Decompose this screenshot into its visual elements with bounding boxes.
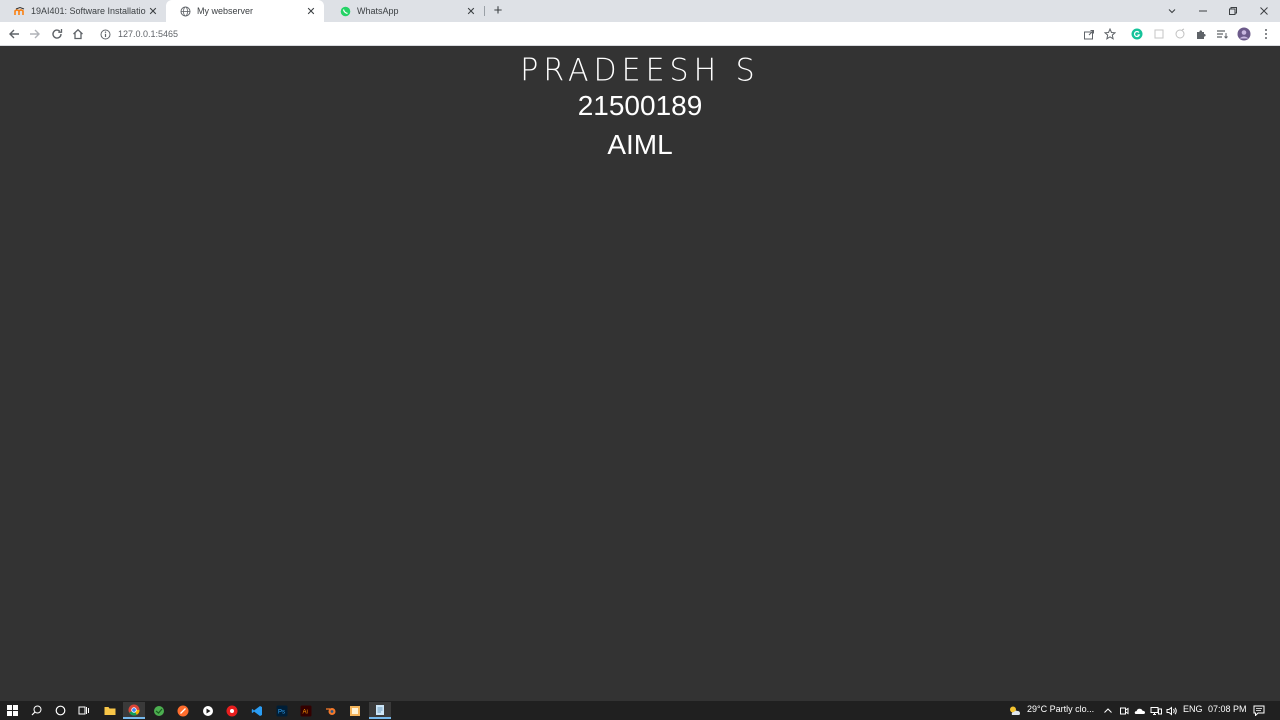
tab-search-icon[interactable] xyxy=(1162,2,1182,20)
notifications-icon[interactable] xyxy=(1248,702,1270,719)
app-icon[interactable] xyxy=(344,702,366,719)
moodle-icon xyxy=(14,6,25,17)
page-content: PRADEESH S 21500189 AIML xyxy=(0,47,1280,701)
bookmark-star-icon[interactable] xyxy=(1102,26,1118,42)
restore-icon[interactable] xyxy=(1223,2,1243,20)
tab-title: My webserver xyxy=(197,6,254,16)
roll-number: 21500189 xyxy=(577,90,703,121)
tab-separator xyxy=(484,6,485,16)
extension-icon[interactable] xyxy=(1151,26,1167,42)
app-icon[interactable] xyxy=(148,702,170,719)
extensions-puzzle-icon[interactable] xyxy=(1193,26,1209,42)
grammarly-icon[interactable] xyxy=(1129,26,1145,42)
forward-icon[interactable] xyxy=(27,26,43,42)
home-icon[interactable] xyxy=(70,26,86,42)
tab-whatsapp[interactable]: WhatsApp ✕ xyxy=(326,0,484,22)
reload-icon[interactable] xyxy=(49,26,65,42)
app-icon[interactable] xyxy=(197,702,219,719)
tab-my-webserver[interactable]: My webserver ✕ xyxy=(166,0,324,22)
site-info-icon[interactable] xyxy=(98,27,112,41)
chrome-icon[interactable] xyxy=(123,702,145,719)
tab-software-installation[interactable]: 19AI401: Software Installation ✕ xyxy=(0,0,166,22)
language-indicator[interactable]: ENG xyxy=(1183,704,1203,714)
close-tab-icon[interactable]: ✕ xyxy=(464,4,478,18)
globe-icon xyxy=(180,6,191,17)
cortana-icon[interactable] xyxy=(49,702,71,719)
whatsapp-icon xyxy=(340,6,351,17)
address-bar[interactable]: 127.0.0.1:5465 xyxy=(94,25,1124,43)
windows-start-icon[interactable] xyxy=(1,702,23,719)
tab-strip: 19AI401: Software Installation ✕ My webs… xyxy=(0,0,1280,22)
clock[interactable]: 07:08 PM xyxy=(1208,704,1247,714)
extension-icon[interactable] xyxy=(1172,26,1188,42)
notepad-icon[interactable] xyxy=(369,702,391,719)
url-text: 127.0.0.1:5465 xyxy=(118,29,179,39)
close-window-icon[interactable] xyxy=(1254,2,1274,20)
minimize-icon[interactable] xyxy=(1193,2,1213,20)
search-icon[interactable] xyxy=(25,702,47,719)
weather-text[interactable]: 29°C Partly clo... xyxy=(1027,704,1094,714)
browser-toolbar: 127.0.0.1:5465 xyxy=(0,22,1280,46)
close-tab-icon[interactable]: ✕ xyxy=(304,4,318,18)
reading-list-icon[interactable] xyxy=(1214,26,1230,42)
volume-icon[interactable] xyxy=(1161,702,1183,719)
app-icon[interactable] xyxy=(221,702,243,719)
photoshop-icon[interactable]: Ps xyxy=(271,702,293,719)
close-tab-icon[interactable]: ✕ xyxy=(146,4,160,18)
back-icon[interactable] xyxy=(6,26,22,42)
weather-icon[interactable] xyxy=(1004,702,1026,719)
profile-avatar[interactable] xyxy=(1236,26,1252,42)
student-name-heading: PRADEESH S xyxy=(520,52,760,89)
svg-text:Ps: Ps xyxy=(278,709,285,715)
tab-title: 19AI401: Software Installation xyxy=(31,6,146,16)
tab-title: WhatsApp xyxy=(357,6,399,16)
share-icon[interactable] xyxy=(1081,26,1097,42)
menu-kebab-icon[interactable] xyxy=(1258,26,1274,42)
svg-text:Ai: Ai xyxy=(303,709,308,715)
blender-icon[interactable] xyxy=(320,702,342,719)
file-explorer-icon[interactable] xyxy=(99,702,121,719)
app-icon[interactable] xyxy=(172,702,194,719)
windows-taskbar: Ps Ai 29°C Partly clo... ENG 07:08 PM xyxy=(0,701,1280,720)
task-view-icon[interactable] xyxy=(73,702,95,719)
department: AIML xyxy=(607,129,673,160)
new-tab-button[interactable]: + xyxy=(490,3,506,19)
illustrator-icon[interactable]: Ai xyxy=(295,702,317,719)
vscode-icon[interactable] xyxy=(246,702,268,719)
